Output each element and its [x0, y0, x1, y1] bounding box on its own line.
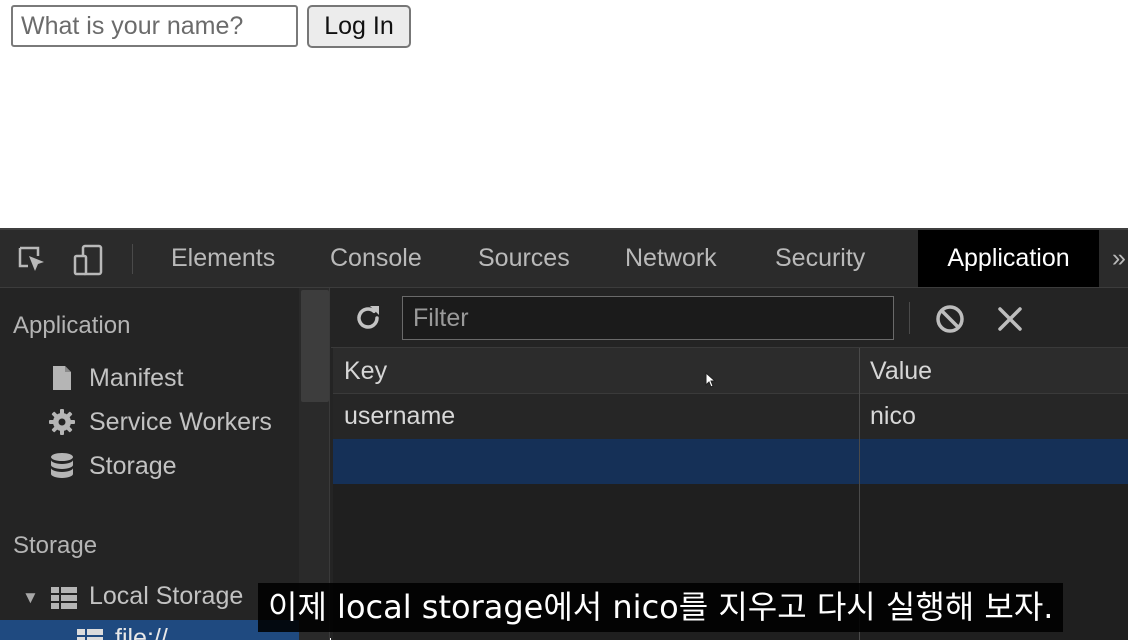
toolbar-separator [909, 302, 910, 334]
sidebar-heading-storage: Storage [13, 532, 98, 559]
tab-console[interactable]: Console [330, 230, 422, 287]
filter-input[interactable] [402, 296, 894, 340]
table-header: Key Value [333, 348, 1128, 394]
device-toggle-icon[interactable] [73, 244, 105, 276]
tab-network[interactable]: Network [625, 230, 717, 287]
cell-value[interactable]: nico [870, 394, 916, 439]
more-tabs-chevron-icon[interactable]: » [1112, 230, 1126, 287]
devtools-panel: Elements Console Sources Network Securit… [0, 228, 1128, 640]
sidebar-item-service-workers[interactable]: Service Workers [48, 405, 272, 439]
sidebar-item-file-origin[interactable]: file:// [0, 620, 299, 640]
delete-selected-close-icon[interactable] [995, 304, 1025, 334]
sidebar-item-local-storage[interactable]: ▼ Local Storage [0, 578, 299, 618]
video-subtitle: 이제 local storage에서 nico를 지우고 다시 실행해 보자. [258, 583, 1064, 632]
tab-elements[interactable]: Elements [171, 230, 275, 287]
name-input[interactable] [11, 5, 298, 47]
tab-security[interactable]: Security [775, 230, 865, 287]
devtools-tabbar: Elements Console Sources Network Securit… [0, 230, 1128, 288]
sidebar-item-label: Service Workers [89, 407, 272, 436]
sidebar-item-label: Manifest [89, 363, 184, 392]
sidebar-item-manifest[interactable]: Manifest [48, 361, 183, 395]
sidebar-item-storage[interactable]: Storage [48, 449, 177, 483]
grid-icon [51, 587, 77, 609]
column-header-value[interactable]: Value [870, 348, 932, 394]
login-button[interactable]: Log In [307, 5, 411, 48]
table-row[interactable]: username nico [333, 394, 1128, 439]
tabbar-separator [132, 244, 133, 274]
sidebar-heading-application: Application [13, 312, 131, 339]
mouse-pointer-icon [705, 372, 717, 388]
cell-key[interactable]: username [344, 394, 455, 439]
document-icon [53, 366, 71, 390]
table-row-empty-selected[interactable] [333, 439, 1128, 484]
tab-sources[interactable]: Sources [478, 230, 570, 287]
column-header-key[interactable]: Key [344, 348, 387, 394]
tab-application[interactable]: Application [918, 230, 1099, 287]
sidebar-item-label: Storage [89, 451, 177, 480]
inspect-cursor-icon[interactable] [16, 244, 48, 276]
web-page: Log In [0, 0, 1128, 228]
storage-toolbar [331, 288, 1128, 348]
expand-triangle-icon[interactable]: ▼ [22, 588, 39, 608]
sidebar-item-label: Local Storage [89, 582, 244, 610]
clear-all-block-icon[interactable] [934, 303, 966, 335]
gear-icon [49, 409, 75, 435]
database-icon [51, 453, 73, 478]
refresh-icon[interactable] [352, 302, 384, 334]
sidebar-scrollbar-thumb[interactable] [301, 290, 329, 402]
